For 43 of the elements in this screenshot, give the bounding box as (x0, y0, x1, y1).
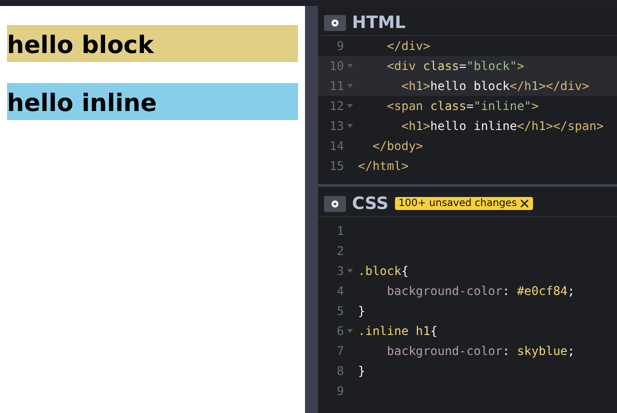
line-number: 6 (336, 324, 344, 338)
fold-arrow-icon[interactable] (347, 84, 353, 88)
settings-button[interactable] (324, 14, 346, 30)
code-line: <h1>hello block</h1></div> (400, 79, 590, 93)
code-line: background-color: skyblue; (386, 344, 575, 358)
fold-arrow-icon[interactable] (347, 124, 353, 128)
line-number: 13 (328, 119, 344, 133)
settings-button[interactable] (324, 196, 346, 212)
fold-arrow-icon[interactable] (347, 104, 353, 108)
code-line: } (357, 304, 366, 318)
line-number: 11 (328, 79, 344, 93)
line-number: 3 (336, 264, 344, 278)
heading: hello inline (7, 83, 298, 120)
unsaved-changes-badge[interactable]: 100+ unsaved changes (394, 197, 533, 210)
fold-arrow-icon[interactable] (347, 329, 353, 333)
code-line: .block{ (357, 264, 409, 278)
line-number: 5 (336, 304, 344, 318)
close-icon[interactable] (520, 199, 529, 208)
line-number: 4 (336, 284, 344, 298)
line-number: 8 (336, 364, 344, 378)
code-line: </body> (371, 139, 424, 153)
line-number: 14 (328, 139, 344, 153)
panel-title: CSS (352, 194, 389, 214)
code-line: </html> (357, 159, 409, 173)
code-line: </div> (386, 39, 430, 53)
line-number: 9 (336, 39, 344, 53)
code-line: } (357, 364, 366, 378)
heading: hello block (7, 25, 298, 62)
code-line: <div class="block"> (386, 59, 524, 73)
line-number: 12 (328, 99, 344, 113)
code-line: .inline h1{ (357, 324, 438, 338)
line-number: 15 (328, 159, 344, 173)
line-number: 7 (336, 344, 344, 358)
line-number: 9 (336, 384, 344, 398)
fold-arrow-icon[interactable] (347, 64, 353, 68)
code-line: <span class="inline"> (386, 99, 539, 113)
fold-arrow-icon[interactable] (347, 269, 353, 273)
line-number: 10 (328, 59, 344, 73)
panel-title: HTML (352, 12, 406, 32)
code-line: <h1>hello inline</h1></span> (400, 119, 604, 133)
line-number: 2 (336, 244, 344, 258)
code-line: background-color: #e0cf84; (386, 284, 575, 298)
line-number: 1 (336, 224, 344, 238)
